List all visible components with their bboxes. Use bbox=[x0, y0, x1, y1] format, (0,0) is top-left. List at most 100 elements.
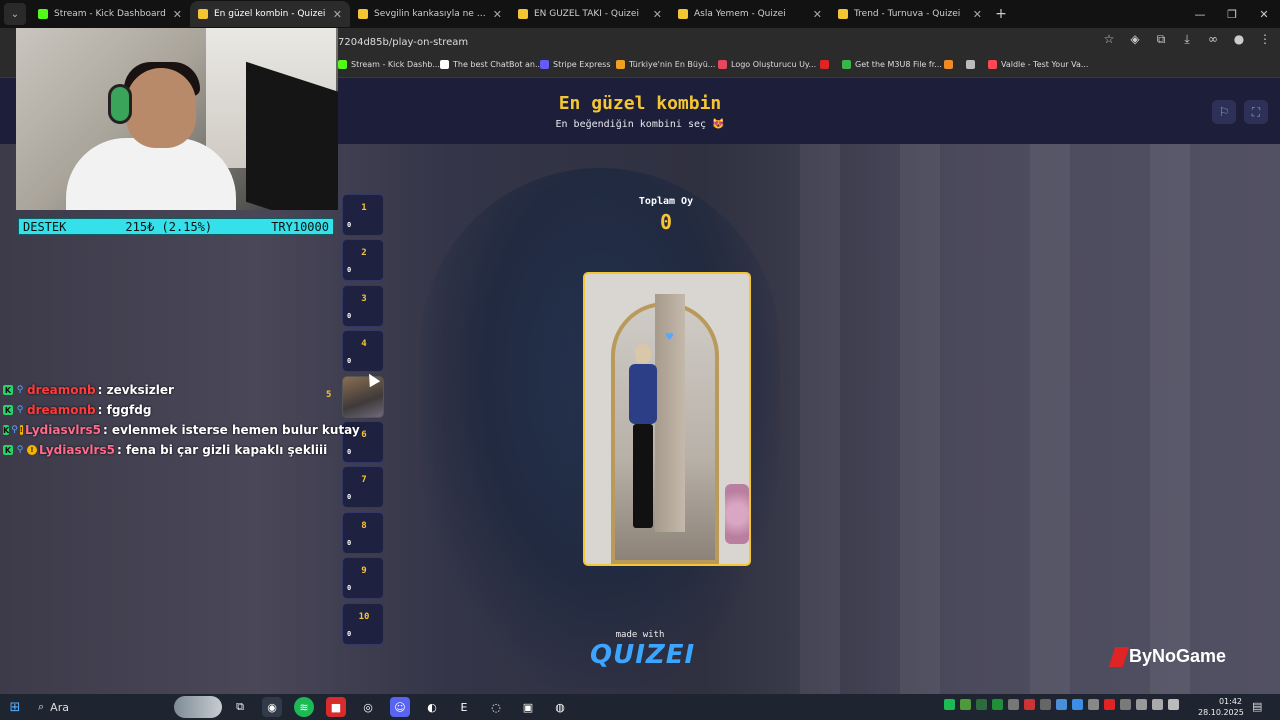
app-icon[interactable]: ◌ bbox=[486, 697, 506, 717]
vote-slot-count: 0 bbox=[347, 493, 352, 502]
tray-app-icon[interactable] bbox=[1008, 699, 1019, 710]
vote-slot-number: 8 bbox=[361, 520, 367, 531]
tab-search-button[interactable]: ⌄ bbox=[4, 3, 26, 25]
browser-tab[interactable]: En güzel kombin - Quizei ✕ bbox=[190, 1, 350, 27]
mic-icon[interactable] bbox=[1152, 699, 1163, 710]
background-curtain bbox=[1150, 144, 1190, 694]
chat-message: K ⚲ dreamonb: zevksizler bbox=[3, 380, 333, 400]
chat-text: : evlenmek isterse hemen bulur kutay bbox=[102, 423, 360, 437]
background-curtain bbox=[1030, 144, 1070, 694]
outfit-photo-card[interactable]: ♥ bbox=[583, 272, 751, 566]
support-goal: TRY10000 bbox=[271, 219, 329, 234]
app-icon[interactable]: ■ bbox=[326, 697, 346, 717]
bookmark-item[interactable]: Stripe Express bbox=[540, 60, 611, 69]
notification-icon[interactable]: ▤ bbox=[1252, 700, 1262, 713]
close-tab-icon[interactable]: ✕ bbox=[493, 8, 502, 21]
outfit-person bbox=[623, 344, 663, 530]
browser-tab[interactable]: Trend - Turnuva - Quizei ✕ bbox=[830, 1, 990, 27]
vote-slot-number: 4 bbox=[361, 339, 367, 350]
link-icon[interactable]: ∞ bbox=[1206, 32, 1220, 47]
vote-slot[interactable]: 40 bbox=[342, 330, 384, 373]
chrome-icon[interactable]: ◉ bbox=[262, 697, 282, 717]
steam-icon[interactable]: ◐ bbox=[422, 697, 442, 717]
time: 01:42 bbox=[1218, 697, 1242, 706]
bookmark-item[interactable]: The best ChatBot an... bbox=[440, 60, 543, 69]
browser-tab[interactable]: Stream - Kick Dashboard ✕ bbox=[30, 1, 190, 27]
tray-app-icon[interactable] bbox=[992, 699, 1003, 710]
tray-app-icon[interactable] bbox=[1024, 699, 1035, 710]
vote-slot[interactable]: 70 bbox=[342, 466, 384, 509]
chat-message: K ⚲ dreamonb: fggfdg bbox=[3, 400, 333, 420]
bookmark-star-icon[interactable]: ☆ bbox=[1102, 32, 1116, 47]
tray-app-icon[interactable] bbox=[1072, 699, 1083, 710]
spotify-icon[interactable]: ≋ bbox=[294, 697, 314, 717]
obs-icon[interactable]: ◎ bbox=[358, 697, 378, 717]
bookmark-item[interactable] bbox=[966, 60, 979, 69]
vote-slot-number: 9 bbox=[361, 566, 367, 577]
vote-slot[interactable]: 90 bbox=[342, 557, 384, 600]
vote-slot[interactable]: 10 bbox=[342, 194, 384, 236]
bookmark-item[interactable]: Stream - Kick Dashb... bbox=[338, 60, 440, 69]
support-goal-bar: DESTEK 215₺ (2.15%) TRY10000 bbox=[18, 218, 334, 235]
download-icon[interactable]: ⤓ bbox=[1180, 32, 1194, 47]
bookmark-favicon-icon bbox=[338, 60, 347, 69]
vote-slot[interactable]: 80 bbox=[342, 511, 384, 554]
app-icon[interactable]: ◍ bbox=[550, 697, 570, 717]
tab-title: EN GÜZEL TAKI - Quizei bbox=[534, 9, 639, 19]
vote-slot[interactable]: 30 bbox=[342, 284, 384, 327]
extension-icon[interactable]: ◈ bbox=[1128, 32, 1142, 47]
tray-app-icon[interactable] bbox=[1040, 699, 1051, 710]
tray-app-icon[interactable] bbox=[1056, 699, 1067, 710]
bookmark-label: Türkiye'nin En Büyü... bbox=[629, 60, 716, 69]
bookmark-item[interactable]: Logo Oluşturucu Uy... bbox=[718, 60, 816, 69]
puzzle-icon[interactable]: ⧉ bbox=[1154, 32, 1168, 47]
tray-app-icon[interactable] bbox=[1120, 699, 1131, 710]
kick-icon: K bbox=[3, 425, 10, 435]
close-tab-icon[interactable]: ✕ bbox=[813, 8, 822, 21]
app-icon[interactable]: ▣ bbox=[518, 697, 538, 717]
browser-tab[interactable]: Asla Yemem - Quizei ✕ bbox=[670, 1, 830, 27]
sponsor-name: ByNoGame bbox=[1129, 646, 1227, 666]
bookmark-favicon-icon bbox=[944, 60, 953, 69]
windows-start-icon[interactable]: ⊞ bbox=[0, 700, 30, 715]
fullscreen-icon[interactable]: ⛶ bbox=[1244, 100, 1268, 124]
profile-avatar-icon[interactable]: ● bbox=[1232, 32, 1246, 47]
bookmark-favicon-icon bbox=[966, 60, 975, 69]
browser-tab[interactable]: EN GÜZEL TAKI - Quizei ✕ bbox=[510, 1, 670, 27]
close-tab-icon[interactable]: ✕ bbox=[653, 8, 662, 21]
bookmark-item[interactable]: Valdle - Test Your Va... bbox=[988, 60, 1088, 69]
bookmark-item[interactable]: Get the M3U8 File fr... bbox=[842, 60, 942, 69]
browser-tab[interactable]: Sevgilin kankasıyla ne yapamaz ✕ bbox=[350, 1, 510, 27]
minimize-button[interactable]: — bbox=[1184, 0, 1216, 28]
support-amount: 215₺ (2.15%) bbox=[125, 219, 213, 234]
epic-games-icon[interactable]: E bbox=[454, 697, 474, 717]
bookmark-item[interactable]: Türkiye'nin En Büyü... bbox=[616, 60, 715, 69]
tray-spotify-icon[interactable] bbox=[944, 699, 955, 710]
total-votes-value: 0 bbox=[659, 210, 673, 234]
taskbar-search[interactable]: ⌕ Ara bbox=[30, 697, 170, 717]
close-tab-icon[interactable]: ✕ bbox=[973, 8, 982, 21]
flowers bbox=[725, 484, 749, 544]
task-view-icon[interactable]: ⧉ bbox=[230, 697, 250, 717]
bookmark-item[interactable] bbox=[944, 60, 957, 69]
system-tray bbox=[944, 699, 1179, 710]
close-tab-icon[interactable]: ✕ bbox=[173, 8, 182, 21]
vote-slot[interactable]: 20 bbox=[342, 239, 384, 282]
network-icon[interactable] bbox=[1136, 699, 1147, 710]
tray-app-icon[interactable] bbox=[960, 699, 971, 710]
discord-icon[interactable]: ☺ bbox=[390, 697, 410, 717]
close-tab-icon[interactable]: ✕ bbox=[333, 8, 342, 21]
bookmark-item[interactable] bbox=[820, 60, 833, 69]
menu-icon[interactable]: ⋮ bbox=[1258, 32, 1272, 47]
clock[interactable]: 01:42 28.10.2025 bbox=[1198, 696, 1244, 718]
vote-slot[interactable]: 10 0 bbox=[342, 602, 384, 645]
tray-app-icon[interactable] bbox=[1088, 699, 1099, 710]
tray-app-icon[interactable] bbox=[976, 699, 987, 710]
volume-icon[interactable] bbox=[1168, 699, 1179, 710]
close-window-button[interactable]: ✕ bbox=[1248, 0, 1280, 28]
restore-button[interactable]: ❐ bbox=[1216, 0, 1248, 28]
new-tab-button[interactable]: + bbox=[990, 6, 1012, 22]
tray-app-icon[interactable] bbox=[1104, 699, 1115, 710]
flag-icon[interactable]: ⚐ bbox=[1212, 100, 1236, 124]
url-field[interactable]: 7204d85b/play-on-stream bbox=[338, 32, 1108, 52]
